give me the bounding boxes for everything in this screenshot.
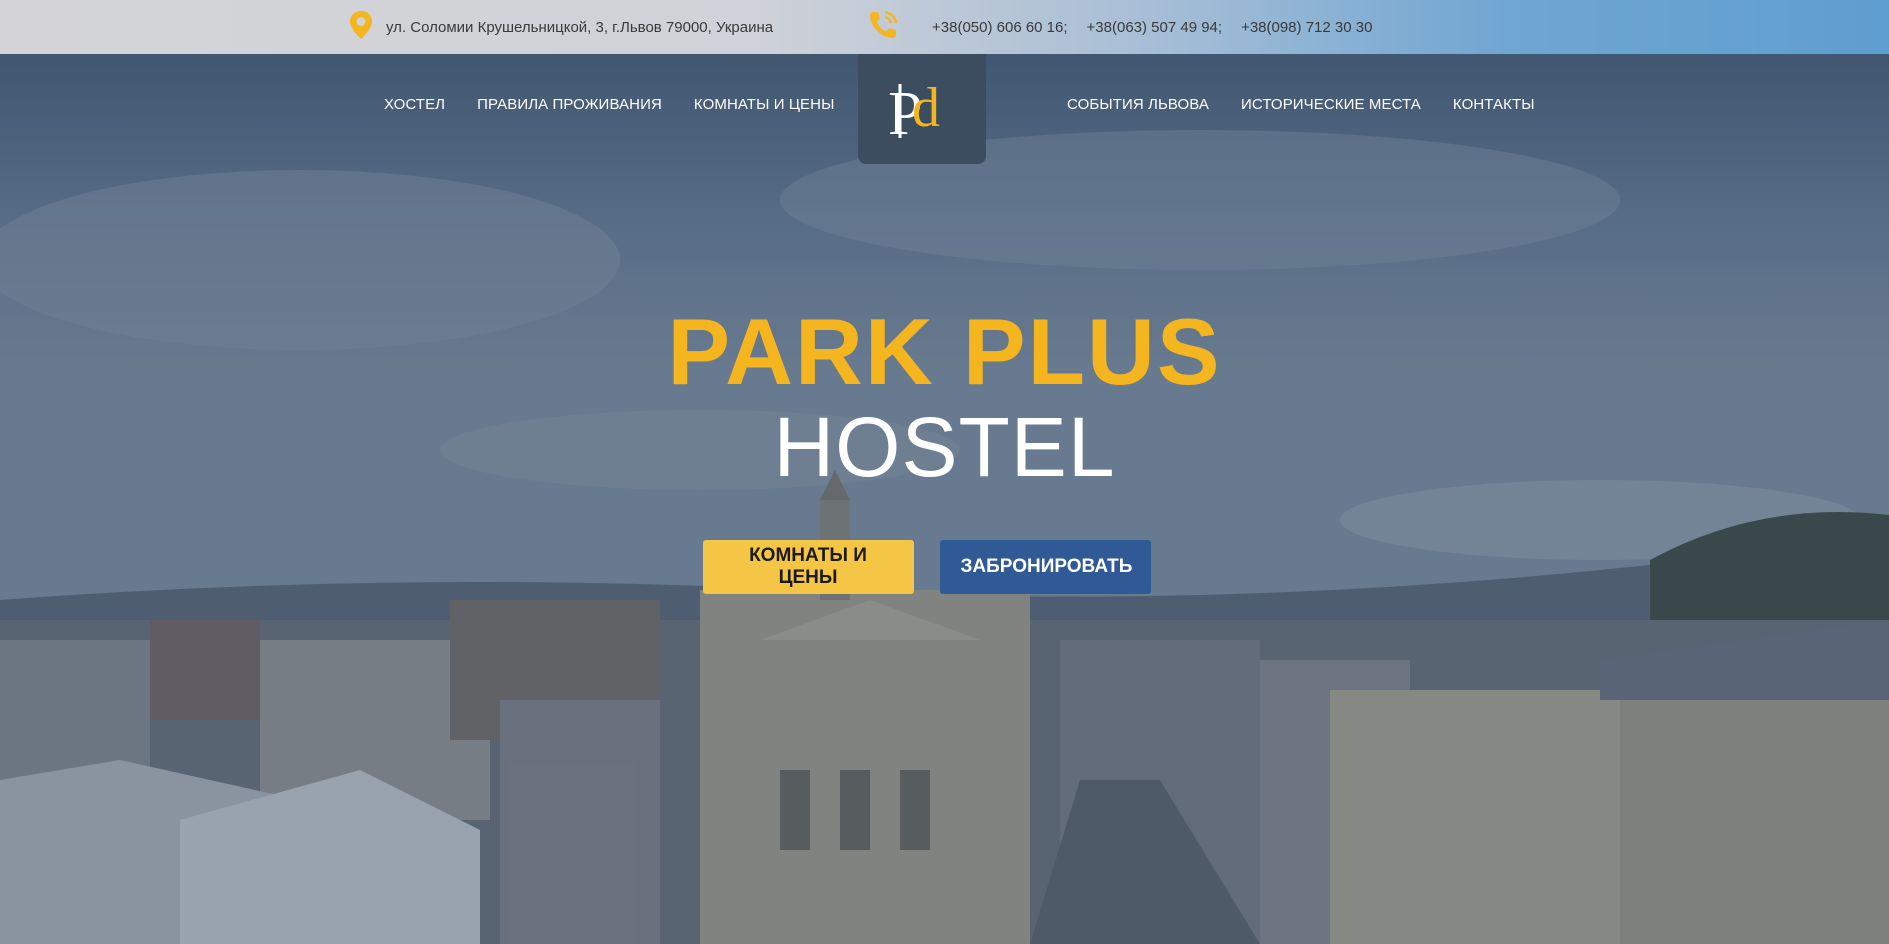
main-nav-right: СОБЫТИЯ ЛЬВОВА ИСТОРИЧЕСКИЕ МЕСТА КОНТАК…: [1067, 96, 1535, 113]
svg-text:d: d: [912, 77, 940, 139]
logo-monogram-icon: P d: [888, 77, 940, 144]
phone-number-2[interactable]: +38(063) 507 49 94;: [1087, 19, 1223, 36]
rooms-prices-button[interactable]: КОМНАТЫ И ЦЕНЫ: [702, 540, 914, 594]
nav-item-lviv-events[interactable]: СОБЫТИЯ ЛЬВОВА: [1067, 96, 1209, 113]
address-block: ул. Соломии Крушельницкой, 3, г.Львов 79…: [348, 10, 774, 41]
hero-title-line1: PARK PLUS: [667, 299, 1222, 404]
nav-item-hostel[interactable]: ХОСТЕЛ: [384, 96, 445, 113]
hero-title: PARK PLUS HOSTEL: [0, 299, 1889, 494]
address-text: ул. Соломии Крушельницкой, 3, г.Львов 79…: [386, 18, 774, 36]
nav-item-rooms-prices[interactable]: КОМНАТЫ И ЦЕНЫ: [694, 96, 835, 113]
map-pin-icon: [348, 10, 374, 45]
book-button[interactable]: ЗАБРОНИРОВАТЬ: [939, 540, 1151, 594]
phones-block: +38(050) 606 60 16; +38(063) 507 49 94; …: [866, 8, 1372, 46]
nav-item-historic-places[interactable]: ИСТОРИЧЕСКИЕ МЕСТА: [1241, 96, 1421, 113]
site-logo[interactable]: P d: [858, 54, 986, 164]
phone-icon: [866, 8, 900, 46]
main-nav-left: ХОСТЕЛ ПРАВИЛА ПРОЖИВАНИЯ КОМНАТЫ И ЦЕНЫ: [384, 96, 834, 113]
hero-title-line2: HOSTEL: [773, 400, 1116, 494]
top-contact-bar: ул. Соломии Крушельницкой, 3, г.Львов 79…: [0, 0, 1889, 54]
phone-number-3[interactable]: +38(098) 712 30 30: [1241, 19, 1372, 36]
phone-number-1[interactable]: +38(050) 606 60 16;: [932, 19, 1068, 36]
hero-cta-row: КОМНАТЫ И ЦЕНЫ ЗАБРОНИРОВАТЬ: [0, 540, 1889, 594]
nav-item-contacts[interactable]: КОНТАКТЫ: [1453, 96, 1535, 113]
nav-item-rules[interactable]: ПРАВИЛА ПРОЖИВАНИЯ: [477, 96, 662, 113]
